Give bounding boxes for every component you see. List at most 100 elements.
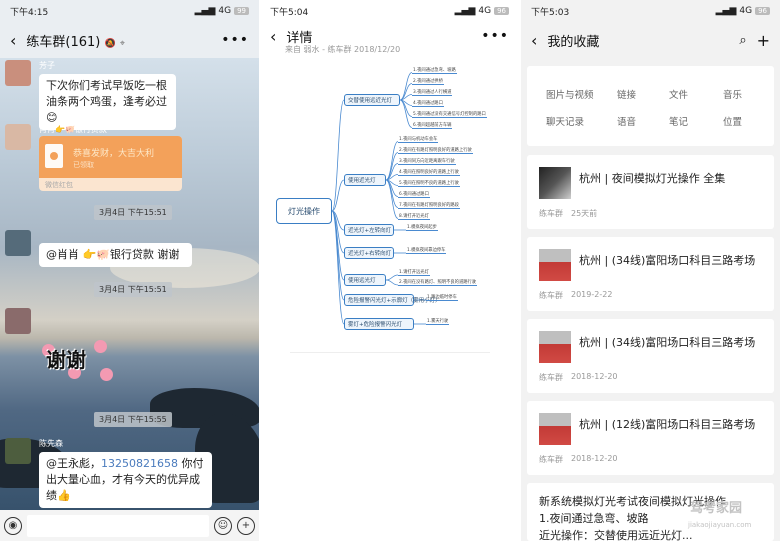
status-bar: 下午5:03 ▂▄▆ 4G 96 (521, 0, 780, 22)
add-icon[interactable]: + (757, 31, 770, 50)
favorite-date: 2018-12-20 (571, 454, 618, 463)
voice-icon[interactable]: ◉ (4, 516, 22, 535)
timestamp: 3月4日 下午15:51 (94, 205, 172, 220)
avatar[interactable] (5, 308, 31, 334)
mindmap-branch: 近光灯+右转向灯 (344, 247, 394, 259)
mindmap-connector (385, 179, 399, 208)
mindmap-leaf: 1.请打开远光灯 (398, 270, 430, 276)
mindmap-connector (385, 152, 399, 181)
mindmap-connector (399, 72, 413, 101)
mindmap-leaf: 7.夜间在有路灯照明良好的路段 (398, 202, 460, 209)
mindmap-connector (331, 210, 345, 301)
back-icon[interactable]: ‹ (10, 31, 16, 50)
message-bubble[interactable]: @肖肖 👉🐖银行贷款 谢谢 (39, 243, 192, 267)
mention[interactable]: @王永彪， (46, 457, 101, 470)
mindmap-leaf: 1.夜间与机动车会车 (398, 136, 439, 143)
avatar[interactable] (5, 60, 31, 86)
signal-icon: ▂▄▆ (715, 6, 737, 16)
mindmap-branch: 危险报警闪光灯+示廓灯（雾用小灯） (344, 294, 441, 306)
status-time: 下午5:03 (531, 7, 570, 18)
category-voice[interactable]: 语音 (617, 114, 636, 128)
signal-icon: ▂▄▆ (454, 6, 476, 16)
favorite-source: 练车群 (539, 209, 563, 218)
category-images[interactable]: 图片与视频 (546, 87, 594, 101)
favorite-date: 2018-12-20 (571, 372, 618, 381)
mindmap-branch: 使用近光灯 (344, 174, 386, 186)
back-icon[interactable]: ‹ (270, 27, 276, 46)
mindmap-connector (385, 141, 399, 181)
battery-icon: 96 (755, 7, 770, 15)
red-packet-title: 恭喜发财，大吉大利 (73, 149, 155, 159)
more-icon[interactable]: ••• (221, 32, 249, 48)
mindmap-branch: 交替使用远近光灯 (344, 94, 400, 106)
mindmap-leaf: 5.夜间在照明不良的道路上行驶 (398, 180, 460, 187)
mindmap-leaf: 1.雾天行驶 (426, 319, 450, 325)
divider (290, 352, 490, 353)
red-packet-status: 已领取 (73, 161, 94, 169)
article-line: 近光操作：交替使用远近光灯... (539, 529, 693, 541)
watermark: 驾考家园 (690, 501, 743, 516)
mindmap-connector (385, 274, 399, 281)
mindmap-leaf: 4.夜间在照明良好的道路上行驶 (398, 169, 460, 176)
favorite-title: 杭州 | (12线)富阳场口科目三路考场 (579, 418, 756, 431)
mindmap-root: 灯光操作 (276, 198, 332, 224)
page-title: 我的收藏 (547, 34, 600, 50)
avatar[interactable] (5, 230, 31, 256)
sender-name: 陈先森 (39, 439, 63, 448)
mindmap-leaf: 3.夜间通过人行横道 (412, 89, 453, 96)
search-icon[interactable]: ⌕ (739, 33, 746, 48)
message-input[interactable] (27, 514, 209, 537)
favorite-item[interactable]: 杭州 | (34线)富阳场口科目三路考场 练车群 2018-12-20 (527, 319, 774, 393)
favorite-item[interactable]: 杭州 | (12线)富阳场口科目三路考场 练车群 2018-12-20 (527, 401, 774, 475)
phone-link[interactable]: 13250821658 (101, 457, 178, 470)
red-packet[interactable]: 恭喜发财，大吉大利 已领取 微信红包 (39, 136, 182, 191)
category-chats[interactable]: 聊天记录 (546, 114, 584, 128)
network-type: 4G (478, 6, 492, 16)
favorites-header: ‹ 我的收藏 ⌕ + (521, 22, 780, 58)
sticker-image[interactable]: 谢谢 (38, 336, 118, 386)
category-location[interactable]: 位置 (723, 114, 742, 128)
avatar[interactable] (5, 124, 31, 150)
avatar[interactable] (5, 438, 31, 464)
watermark-url: jiakaojiayuan.com (688, 521, 752, 529)
category-card: 图片与视频 链接 文件 音乐 聊天记录 语音 笔记 位置 (527, 66, 774, 146)
input-bar: ◉ ☺ + (0, 510, 259, 541)
favorite-item[interactable]: 杭州 | 夜间模拟灯光操作 全集 练车群 25天前 (527, 155, 774, 229)
favorite-title: 杭州 | (34线)富阳场口科目三路考场 (579, 254, 756, 267)
detail-panel: 下午5:04 ▂▄▆ 4G 96 ‹ 详情 ••• 来自 弱水 - 练车群 2018… (260, 0, 519, 541)
back-icon[interactable]: ‹ (531, 31, 537, 50)
category-links[interactable]: 链接 (617, 87, 636, 101)
more-icon[interactable]: ••• (481, 28, 509, 44)
mindmap-branch: 雾灯+危险报警闪光灯 (344, 318, 414, 330)
status-bar: 下午4:15 ▂▄▆ 4G 99 (0, 0, 259, 22)
message-bubble[interactable]: 下次你们考试早饭吃一根油条两个鸡蛋，逢考必过😊 (39, 74, 176, 130)
link-thumbnail (539, 331, 571, 363)
mindmap-connector (385, 179, 399, 219)
status-bar: 下午5:04 ▂▄▆ 4G 96 (260, 0, 519, 22)
mindmap-leaf: 2.夜间在没有路灯、照明不良的道路行驶 (398, 280, 478, 286)
article-line: 1.夜间通过急弯、坡路 (539, 512, 649, 525)
network-type: 4G (739, 6, 753, 16)
chat-panel: 下午4:15 ▂▄▆ 4G 99 ‹ 练车群(161) 🔕 ⌖ ••• 芳子 下次你… (0, 0, 259, 541)
network-type: 4G (218, 6, 232, 16)
category-notes[interactable]: 笔记 (669, 114, 688, 128)
favorite-title: 杭州 | 夜间模拟灯光操作 全集 (579, 172, 726, 185)
chat-header: ‹ 练车群(161) 🔕 ⌖ ••• (0, 22, 259, 58)
chat-title: 练车群(161) 🔕 ⌖ (26, 34, 125, 50)
favorite-date: 2019-2-22 (571, 290, 613, 299)
mindmap-connector (399, 99, 413, 128)
battery-icon: 99 (234, 7, 249, 15)
emoji-icon[interactable]: ☺ (214, 516, 232, 535)
mindmap-leaf: 8.请打开近光灯 (398, 213, 430, 220)
favorites-panel: 下午5:03 ▂▄▆ 4G 96 ‹ 我的收藏 ⌕ + 图片与视频 链接 文件 音乐… (521, 0, 780, 541)
favorite-item[interactable]: 杭州 | (34线)富阳场口科目三路考场 练车群 2019-2-22 (527, 237, 774, 311)
message-bubble[interactable]: @王永彪，13250821658 你付出大量心血，才有今天的优异成绩👍 (39, 452, 212, 508)
category-files[interactable]: 文件 (669, 87, 688, 101)
mindmap-branch: 近光灯+左转向灯 (344, 224, 394, 236)
favorite-date: 25天前 (571, 209, 598, 218)
mindmap-leaf: 6.夜间超越前方车辆 (412, 122, 453, 129)
favorite-source: 练车群 (539, 455, 563, 464)
category-music[interactable]: 音乐 (723, 87, 742, 101)
plus-icon[interactable]: + (237, 516, 255, 535)
link-thumbnail (539, 413, 571, 445)
